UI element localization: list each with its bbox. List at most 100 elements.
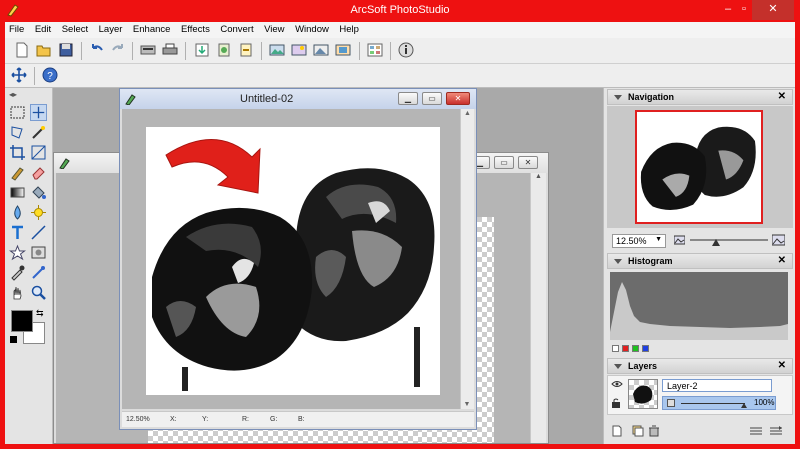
scan-icon[interactable] [140,42,156,58]
channel-blue-swatch[interactable] [642,345,649,352]
channel-red-swatch[interactable] [622,345,629,352]
export-icon[interactable] [238,42,254,58]
eraser-icon[interactable] [30,164,47,181]
delete-layer-icon[interactable] [648,425,660,437]
line-icon[interactable] [30,224,47,241]
stamp-icon[interactable] [30,244,47,261]
browse-icon[interactable] [367,42,383,58]
gradient-icon[interactable] [9,184,26,201]
rose-image-canvas[interactable] [146,127,440,395]
menu-file[interactable]: File [5,22,28,35]
channel-green-swatch[interactable] [632,345,639,352]
scroll-up-icon[interactable]: ▲ [531,173,546,180]
active-document-window[interactable]: Untitled-02 ▁ ▭ ✕ ▲ ▼ 12.50% X: Y: R: G:… [119,88,477,430]
redo-icon[interactable] [110,42,126,58]
menu-convert[interactable]: Convert [216,22,257,35]
hand-icon[interactable] [9,284,26,301]
import-icon[interactable] [216,42,232,58]
close-icon[interactable]: ✕ [778,255,786,266]
menu-window[interactable]: Window [291,22,333,35]
zoom-out-icon[interactable] [674,235,685,245]
layer-name-field[interactable]: Layer-2 [662,379,772,392]
dodge-icon[interactable] [30,204,47,221]
close-app-button[interactable]: ✕ [752,0,794,20]
close-icon[interactable]: ✕ [446,92,470,105]
undo-icon[interactable] [89,42,105,58]
histogram-panel-header[interactable]: Histogram ✕ [607,253,793,269]
navigation-viewport-frame[interactable] [635,110,763,224]
crop-icon[interactable] [9,144,26,161]
zoom-icon[interactable] [30,284,47,301]
opacity-slider-track[interactable] [681,403,745,404]
lasso-icon[interactable] [9,124,26,141]
menu-view[interactable]: View [260,22,288,35]
new-layer-icon[interactable] [612,425,622,437]
move-icon[interactable] [11,67,27,83]
document-canvas-area [122,109,460,409]
image-icon[interactable] [269,42,285,58]
foreground-color-swatch-front[interactable] [11,310,33,332]
shape-icon[interactable] [9,244,26,261]
collapse-icon[interactable] [614,95,622,100]
layer-options-icon[interactable] [749,425,763,437]
help-icon[interactable]: ? [42,67,58,83]
lock-icon[interactable] [611,398,621,408]
eyedropper-icon[interactable] [9,264,26,281]
maximize-icon[interactable]: ▭ [422,92,442,105]
eye-icon[interactable] [611,380,623,388]
paint-bucket-icon[interactable] [30,184,47,201]
info-icon[interactable] [398,42,414,58]
default-colors-icon[interactable] [10,336,17,343]
image-frame-icon[interactable] [335,42,351,58]
menu-help[interactable]: Help [335,22,363,35]
collapse-icon[interactable] [614,364,622,369]
maximize-icon[interactable]: ▫ [737,0,751,20]
open-icon[interactable] [36,42,52,58]
clone-brush-icon[interactable] [30,264,47,281]
text-icon[interactable] [9,224,26,241]
channel-all-swatch[interactable] [612,345,619,352]
navigation-zoom-select[interactable]: 12.50% ▼ [612,234,666,248]
menu-enhance[interactable]: Enhance [129,22,175,35]
minimize-icon[interactable]: – [720,0,736,20]
menu-layer[interactable]: Layer [95,22,127,35]
maximize-icon[interactable]: ▭ [494,156,514,169]
scroll-up-icon[interactable]: ▲ [461,110,474,117]
acquire-icon[interactable] [194,42,210,58]
duplicate-layer-icon[interactable] [632,425,644,437]
rect-select-icon[interactable] [9,104,26,121]
menu-select[interactable]: Select [58,22,92,35]
collapse-icon[interactable] [614,259,622,264]
blur-icon[interactable] [9,204,26,221]
vertical-scrollbar[interactable]: ▲ ▼ [460,109,474,409]
transform-icon[interactable] [30,144,47,161]
menu-edit[interactable]: Edit [31,22,55,35]
brush-icon[interactable] [9,164,26,181]
swap-colors-icon[interactable]: ⇆ [36,308,44,319]
minimize-icon[interactable]: ▁ [398,92,418,105]
blend-mode-icon[interactable] [667,399,675,407]
layers-panel-header[interactable]: Layers ✕ [607,358,793,374]
close-icon[interactable]: ✕ [518,156,538,169]
menu-effects[interactable]: Effects [177,22,214,35]
new-file-icon[interactable] [14,42,30,58]
opacity-slider-thumb[interactable] [741,403,747,408]
move-tool-icon[interactable] [30,104,47,121]
vertical-scrollbar[interactable]: ▲ [530,173,546,443]
image-adjust-icon[interactable] [291,42,307,58]
slider-thumb[interactable] [712,239,720,246]
navigation-zoom-slider[interactable] [690,239,768,241]
image-effects-icon[interactable] [313,42,329,58]
magic-wand-icon[interactable] [30,124,47,141]
toolbox-collapse-icon[interactable]: ◂▸ [9,90,17,99]
merge-layers-icon[interactable] [769,425,783,437]
layer-row[interactable]: Layer-2 100% [607,375,793,415]
zoom-in-icon[interactable] [772,234,785,246]
close-icon[interactable]: ✕ [778,360,786,371]
navigation-panel-header[interactable]: Navigation ✕ [607,89,793,105]
document-titlebar[interactable]: Untitled-02 ▁ ▭ ✕ [120,89,476,109]
close-icon[interactable]: ✕ [778,91,786,102]
save-icon[interactable] [58,42,74,58]
print-icon[interactable] [162,42,178,58]
scroll-down-icon[interactable]: ▼ [461,401,473,408]
